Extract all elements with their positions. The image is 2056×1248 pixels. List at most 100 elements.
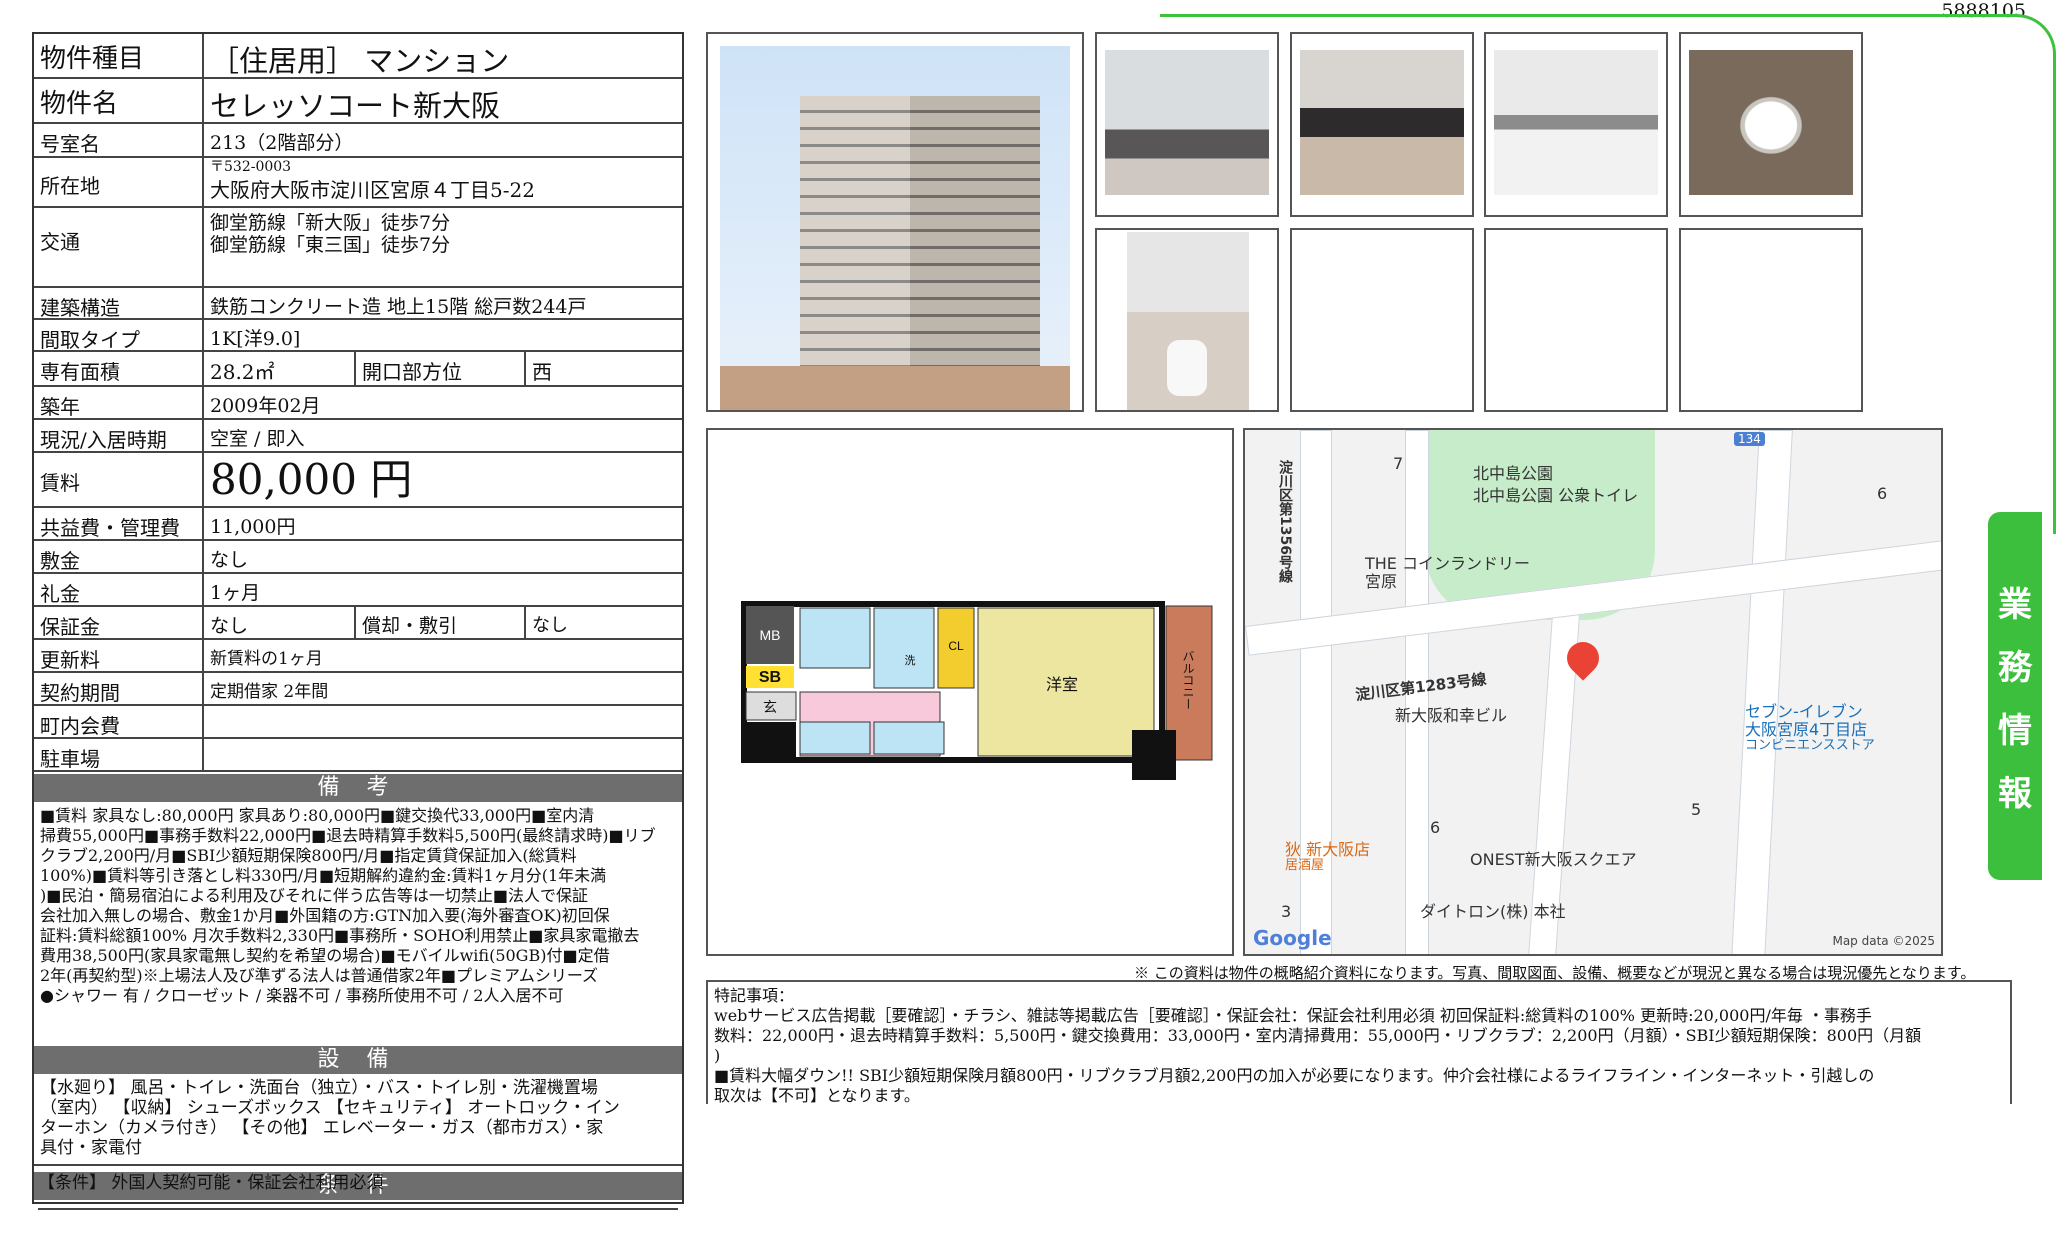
green-frame-top xyxy=(1160,14,2018,17)
road xyxy=(1731,430,1793,954)
transit-line: 御堂筋線「東三国」徒歩7分 xyxy=(210,234,451,256)
remarks-line: 2年(再契約型)※上場法人及び準ずる法人は普通借家2年■プレミアムシリーズ xyxy=(40,966,599,985)
fee-label: 共益費・管理費 xyxy=(34,508,204,540)
remarks-text: ■賃料 家具なし:80,000円 家具あり:80,000円■鍵交換代33,000… xyxy=(40,806,720,1006)
special-line: 数料：22,000円・退去時精算手数料：5,500円・鍵交換費用：33,000円… xyxy=(714,1026,1922,1045)
amort-value: なし xyxy=(532,615,568,636)
store-label-3: コンビニエンスストア xyxy=(1745,738,1875,753)
row-fee: 共益費・管理費 11,000円 xyxy=(34,508,682,541)
room-label: 号室名 xyxy=(34,124,204,156)
remarks-line: 100%)■賃料等引き落とし料330円/月■短期解約違約金:賃料1ヶ月分(1年未… xyxy=(40,866,607,885)
route-number-badge: 134 xyxy=(1734,432,1765,446)
empty-photo-slot xyxy=(1290,228,1474,412)
area-value: 28.2㎡ xyxy=(204,352,356,385)
remarks-line: 証料:賃料総額100% 月次手数料2,330円■事務所・SOHO利用禁止■家具家… xyxy=(40,926,640,945)
balcony-label: バルコニー xyxy=(1181,650,1195,710)
remarks-line: 掃費55,000円■事務手数料22,000円■退去時精算手数料5,500円(最終… xyxy=(40,826,656,845)
equipment-line: （室内） 【収納】 シューズボックス 【セキュリティ】 オートロック・イン xyxy=(40,1098,620,1118)
entrance-label: 玄 xyxy=(763,699,777,716)
guarantee-value: なし xyxy=(204,607,356,638)
contract-label: 契約期間 xyxy=(34,673,204,705)
side-tab-char: 報 xyxy=(1998,774,2032,814)
special-line: webサービス広告掲載［要確認］・チラシ、雑誌等掲載広告［要確認］・保証会社：保… xyxy=(714,1006,1872,1025)
building-label-3: ダイトロン(株) 本社 xyxy=(1420,902,1566,921)
contract-value: 定期借家 2年間 xyxy=(210,682,329,702)
room-image xyxy=(1300,50,1464,195)
remarks-line: 会社加入無しの場合、敷金1か月■外国籍の方:GTN加入要(海外審査OK)初回保 xyxy=(40,906,610,925)
floor-plan: MB SB 玄 CL 洗 洋室 バルコニー xyxy=(706,428,1234,956)
special-line: ) xyxy=(714,1046,721,1065)
name-value: セレッソコート新大阪 xyxy=(210,89,501,123)
sb-label: SB xyxy=(759,669,781,686)
row-layout: 間取タイプ 1K[洋9.0] xyxy=(34,320,682,352)
google-logo: Google xyxy=(1253,926,1332,950)
structure-value: 鉄筋コンクリート造 地上15階 総戸数244戸 xyxy=(210,296,587,318)
block-number: 7 xyxy=(1393,454,1404,473)
structure-label: 建築構造 xyxy=(34,288,204,320)
row-type: 物件種目 ［住居用］ マンション xyxy=(34,34,682,79)
room-photo-1[interactable] xyxy=(1095,32,1279,217)
special-header: 特記事項： xyxy=(714,986,795,1005)
remarks-line: ■賃料 家具なし:80,000円 家具あり:80,000円■鍵交換代33,000… xyxy=(40,806,595,825)
remarks-line: )■民泊・簡易宿泊による利用及びそれに伴う広告等は一切禁止■法人で保証 xyxy=(40,886,588,905)
map-credit: Map data ©2025 xyxy=(1832,934,1935,948)
key-money-value: 1ヶ月 xyxy=(210,582,261,604)
wash-label: 洗 xyxy=(905,654,916,667)
closet-label: CL xyxy=(948,639,964,653)
park-label: 北中島公園 xyxy=(1473,464,1554,483)
restaurant-label-2: 居酒屋 xyxy=(1285,858,1325,873)
green-frame-corner xyxy=(2008,14,2056,534)
postal-code: 〒532-0003 xyxy=(210,159,292,175)
opening-label: 開口部方位 xyxy=(356,352,526,385)
floor-plan-drawing: MB SB 玄 CL 洗 洋室 バルコニー xyxy=(741,601,1213,780)
address-label: 所在地 xyxy=(34,158,204,206)
opening-value: 西 xyxy=(532,360,552,384)
kitchen-photo[interactable] xyxy=(1484,32,1668,217)
mb-label: MB xyxy=(760,627,781,643)
equipment-line: ターホン（カメラ付き） 【その他】 エレベーター・ガス（都市ガス）・家 xyxy=(40,1118,604,1138)
building-base xyxy=(720,366,1070,410)
toilet-bowl xyxy=(1167,340,1207,396)
remarks-line: クラブ2,200円/月■SBI少額短期保険800円/月■指定賃貸保証加入(総賃料 xyxy=(40,846,577,865)
kitchen-image xyxy=(1494,50,1658,195)
row-status: 現況/入居時期 空室 / 即入 xyxy=(34,420,682,453)
row-transit: 交通 御堂筋線「新大阪」徒歩7分 御堂筋線「東三国」徒歩7分 xyxy=(34,208,682,288)
side-tab-char: 業 xyxy=(1998,585,2032,625)
fee-value: 11,000円 xyxy=(210,516,296,538)
row-structure: 建築構造 鉄筋コンクリート造 地上15階 総戸数244戸 xyxy=(34,288,682,320)
transit-cell: 御堂筋線「新大阪」徒歩7分 御堂筋線「東三国」徒歩7分 xyxy=(204,208,682,286)
renewal-label: 更新料 xyxy=(34,640,204,672)
type-label: 物件種目 xyxy=(34,34,204,77)
toilet-photo[interactable] xyxy=(1095,228,1279,412)
built-value: 2009年02月 xyxy=(210,395,321,417)
empty-photo-slot xyxy=(1679,228,1863,412)
town-fee-label: 町内会費 xyxy=(34,706,204,738)
row-built: 築年 2009年02月 xyxy=(34,387,682,420)
rent-label: 賃料 xyxy=(34,453,204,506)
special-line: 取次は【不可】となります。 xyxy=(714,1086,920,1105)
row-name: 物件名 セレッソコート新大阪 xyxy=(34,79,682,124)
equipment-text: 【水廻り】 風呂・トイレ・洗面台（独立）・バス・トイレ別・洗濯機置場 （室内） … xyxy=(40,1078,670,1158)
park-toilet-label: 北中島公園 公衆トイレ xyxy=(1473,486,1639,505)
road xyxy=(1300,430,1332,954)
remarks-line: ●シャワー 有 / クローゼット / 楽器不可 / 事務所使用不可 / 2人入居… xyxy=(40,986,564,1005)
area-label: 専有面積 xyxy=(34,352,204,385)
layout-label: 間取タイプ xyxy=(34,320,204,352)
location-map[interactable]: 北中島公園 北中島公園 公衆トイレ THE コインランドリー 宮原 淀川区第12… xyxy=(1243,428,1943,956)
side-tab-char: 情 xyxy=(1998,711,2032,751)
equipment-line: 【水廻り】 風呂・トイレ・洗面台（独立）・バス・トイレ別・洗濯機置場 xyxy=(40,1078,598,1098)
room-image xyxy=(1105,50,1269,195)
room-photo-2[interactable] xyxy=(1290,32,1474,217)
row-guarantee: 保証金 なし 償却・敷引 なし xyxy=(34,607,682,640)
road-label-vertical: 淀川区第1356号線 xyxy=(1277,460,1293,583)
row-key-money: 礼金 1ヶ月 xyxy=(34,574,682,607)
deposit-label: 敷金 xyxy=(34,541,204,573)
block-number: 3 xyxy=(1281,902,1292,921)
property-info-table: 物件種目 ［住居用］ マンション 物件名 セレッソコート新大阪 号室名 213（… xyxy=(32,32,684,1204)
building-photo[interactable] xyxy=(706,32,1084,412)
key-money-label: 礼金 xyxy=(34,574,204,606)
washbasin-photo[interactable] xyxy=(1679,32,1863,217)
renewal-value: 新賃料の1ヶ月 xyxy=(210,649,323,669)
divider xyxy=(38,1208,678,1210)
special-remarks: 特記事項： webサービス広告掲載［要確認］・チラシ、雑誌等掲載広告［要確認］・… xyxy=(706,980,2012,1105)
